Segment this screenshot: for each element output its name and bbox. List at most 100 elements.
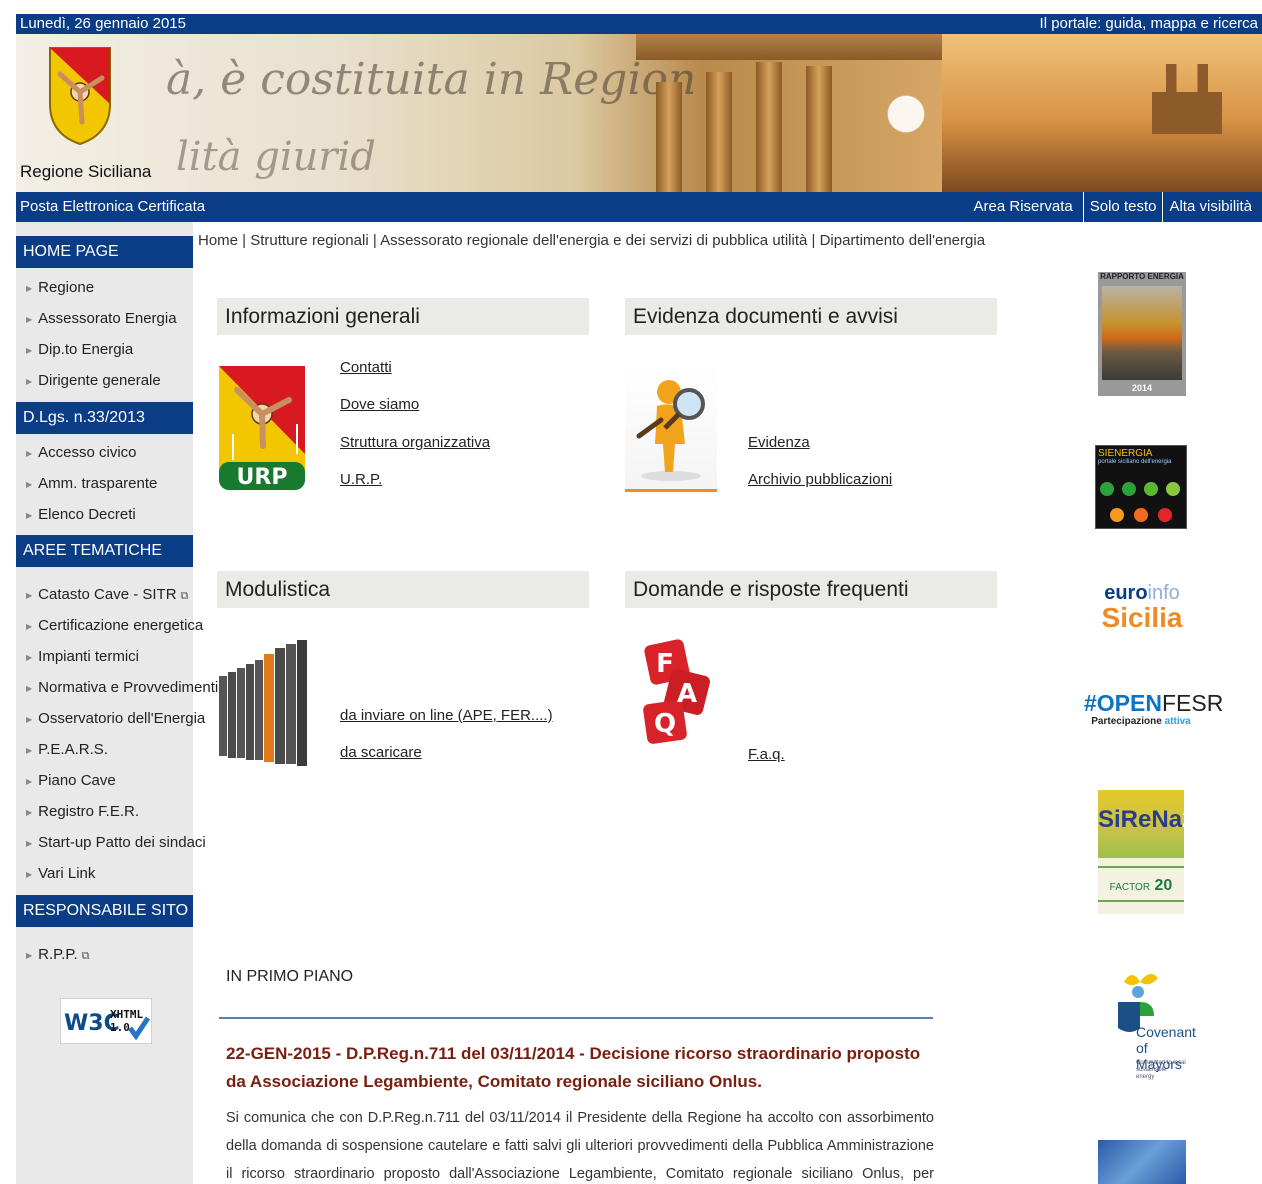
- arrow-right-icon: ▶: [26, 376, 33, 386]
- sunset-photo: [1102, 286, 1182, 380]
- sienergia-title: SIENERGIA: [1098, 448, 1153, 459]
- openfesr-open: #OPEN: [1084, 690, 1162, 716]
- arrow-right-icon: ▶: [26, 314, 33, 324]
- alta-visibilita-link[interactable]: Alta visibilità: [1162, 192, 1258, 222]
- sidebar-item-elenco-decreti[interactable]: ▶ Elenco Decreti: [16, 499, 193, 530]
- rapporto-title: RAPPORTO ENERGIA: [1100, 272, 1184, 281]
- sidebar-heading-home[interactable]: HOME PAGE: [16, 236, 193, 268]
- sidebar-item-normativa[interactable]: ▶ Normativa e Provvedimenti: [16, 672, 218, 703]
- arrow-right-icon: ▶: [26, 683, 33, 693]
- sidebar-item-dipartimento[interactable]: ▶ Dip.to Energia: [16, 334, 193, 365]
- area-riservata-link[interactable]: Area Riservata: [968, 192, 1079, 222]
- sidebar-heading-dlgs[interactable]: D.Lgs. n.33/2013: [16, 402, 193, 434]
- arrow-right-icon: ▶: [26, 283, 33, 293]
- evidenza-link[interactable]: Evidenza: [748, 434, 810, 451]
- map-banner-image[interactable]: [1098, 1140, 1186, 1184]
- news-title[interactable]: 22-GEN-2015 - D.P.Reg.n.711 del 03/11/20…: [226, 1040, 926, 1096]
- breadcrumb-home[interactable]: Home: [198, 232, 238, 249]
- openfesr-banner[interactable]: #OPENFESR Partecipazione attiva: [1084, 690, 1223, 738]
- sidebar-item-dirigente[interactable]: ▶ Dirigente generale: [16, 365, 193, 396]
- town-image: [942, 34, 1262, 192]
- openfesr-attiva: attiva: [1164, 716, 1191, 727]
- svg-text:1.0: 1.0: [110, 1021, 130, 1034]
- sidebar-item-regione[interactable]: ▶ Regione: [16, 272, 193, 303]
- contatti-link[interactable]: Contatti: [340, 359, 392, 376]
- w3c-xhtml-badge[interactable]: W3C XHTML 1.0: [60, 998, 152, 1044]
- covenant-of-mayors-banner[interactable]: Covenant of Mayors Committed to local sus…: [1110, 968, 1196, 1092]
- arrow-right-icon: ▶: [26, 345, 33, 355]
- openfesr-fesr: FESR: [1161, 690, 1224, 716]
- arrow-right-icon: ▶: [26, 838, 33, 848]
- faq-link[interactable]: F.a.q.: [748, 746, 785, 763]
- secondary-nav-bar: Posta Elettronica Certificata Area Riser…: [16, 192, 1262, 222]
- pec-link[interactable]: Posta Elettronica Certificata: [20, 192, 205, 222]
- news-body: Si comunica che con D.P.Reg.n.711 del 03…: [226, 1110, 934, 1182]
- sirena-factor: FACTOR: [1109, 882, 1151, 893]
- faq-cubes-image: F A Q: [643, 639, 710, 744]
- sienergia-subtitle: portale siciliano dell'energia: [1098, 459, 1172, 465]
- rapporto-energia-banner[interactable]: RAPPORTO ENERGIA 2014: [1098, 272, 1186, 396]
- sidebar-item-osservatorio[interactable]: ▶ Osservatorio dell'Energia: [16, 703, 205, 734]
- covenant-line1: Covenant: [1136, 1024, 1196, 1040]
- evidenza-box-title: Evidenza documenti e avvisi: [625, 298, 997, 335]
- arrow-right-icon: ▶: [26, 479, 33, 489]
- sidebar-item-assessorato[interactable]: ▶ Assessorato Energia: [16, 303, 193, 334]
- arrow-right-icon: ▶: [26, 745, 33, 755]
- binders-image: [219, 640, 307, 766]
- sirena-number: 2: [1182, 806, 1196, 833]
- current-date: Lunedì, 26 gennaio 2015: [20, 15, 186, 32]
- site-name: Regione Siciliana: [20, 162, 152, 181]
- euroinfo-sicilia-banner[interactable]: euroinfo Sicilia: [1100, 582, 1184, 634]
- sidebar-item-patto-sindaci[interactable]: ▶ Start-up Patto dei sindaci: [16, 827, 206, 858]
- svg-text:F: F: [656, 649, 674, 679]
- euroinfo-euro: euro: [1104, 582, 1148, 604]
- banner-script-text-2: lità giurid: [176, 134, 376, 180]
- sienergia-banner[interactable]: SIENERGIA portale siciliano dell'energia: [1095, 445, 1187, 529]
- sidebar-heading-responsabile[interactable]: RESPONSABILE SITO: [16, 895, 193, 927]
- modulistica-online-link[interactable]: da inviare on line (APE, FER....): [340, 707, 553, 724]
- covenant-subtitle: Committed to local sustainable energy: [1136, 1060, 1186, 1080]
- magnifier-figure-image: [625, 364, 717, 492]
- svg-text:Q: Q: [654, 709, 676, 739]
- arrow-right-icon: ▶: [26, 448, 33, 458]
- sidebar-item-accesso-civico[interactable]: ▶ Accesso civico: [16, 437, 193, 468]
- sirena-factor-number: 20: [1154, 877, 1173, 894]
- breadcrumb: Home | Strutture regionali | Assessorato…: [198, 232, 986, 249]
- breadcrumb-assessorato[interactable]: Assessorato regionale dell'energia e dei…: [380, 232, 807, 249]
- sidebar-item-rpp[interactable]: ▶ R.P.P. ⧉: [16, 939, 193, 970]
- portal-guide-link[interactable]: Il portale: guida, mappa e ricerca: [1040, 14, 1258, 34]
- arrow-right-icon: ▶: [26, 510, 33, 520]
- sidebar-heading-aree[interactable]: AREE TEMATICHE: [16, 535, 193, 567]
- info-box-title: Informazioni generali: [217, 298, 589, 335]
- svg-text:URP: URP: [237, 465, 288, 490]
- external-link-icon: ⧉: [81, 950, 90, 962]
- banner-script-text: à, è costituita in Region: [166, 54, 697, 105]
- breadcrumb-strutture[interactable]: Strutture regionali: [250, 232, 368, 249]
- modulistica-box-title: Modulistica: [217, 571, 589, 608]
- breadcrumb-current: Dipartimento dell'energia: [819, 232, 986, 249]
- sidebar-item-impianti-termici[interactable]: ▶ Impianti termici: [16, 641, 193, 672]
- sidebar-item-piano-cave[interactable]: ▶ Piano Cave: [16, 765, 193, 796]
- solo-testo-link[interactable]: Solo testo: [1082, 192, 1163, 222]
- arrow-right-icon: ▶: [26, 869, 33, 879]
- in-primo-piano-heading: IN PRIMO PIANO: [226, 968, 354, 985]
- sidebar-item-vari-link[interactable]: ▶ Vari Link: [16, 858, 193, 889]
- archivio-pubblicazioni-link[interactable]: Archivio pubblicazioni: [748, 471, 892, 488]
- dove-siamo-link[interactable]: Dove siamo: [340, 396, 419, 413]
- sidebar-item-pears[interactable]: ▶ P.E.A.R.S.: [16, 734, 193, 765]
- arrow-right-icon: ▶: [26, 950, 33, 960]
- sidebar-item-amm-trasparente[interactable]: ▶ Amm. trasparente: [16, 468, 193, 499]
- urp-link[interactable]: U.R.P.: [340, 471, 382, 488]
- arrow-right-icon: ▶: [26, 590, 33, 600]
- sidebar-item-certificazione[interactable]: ▶ Certificazione energetica: [16, 610, 203, 641]
- euroinfo-sicilia: Sicilia: [1101, 602, 1183, 633]
- sidebar-item-catasto-cave[interactable]: ▶ Catasto Cave - SITR ⧉: [16, 579, 193, 610]
- struttura-organizzativa-link[interactable]: Struttura organizzativa: [340, 434, 490, 451]
- sirena-banner[interactable]: SiReNa2 FACTOR 20: [1098, 790, 1195, 914]
- sidebar-item-registro-fer[interactable]: ▶ Registro F.E.R.: [16, 796, 193, 827]
- modulistica-scaricare-link[interactable]: da scaricare: [340, 744, 422, 761]
- left-sidebar: HOME PAGE ▶ Regione ▶ Assessorato Energia …: [16, 222, 218, 1184]
- header-banner: à, è costituita in Region lità giurid Re…: [16, 34, 1262, 192]
- regione-coat-of-arms-icon[interactable]: [46, 44, 114, 146]
- divider: [219, 1017, 933, 1019]
